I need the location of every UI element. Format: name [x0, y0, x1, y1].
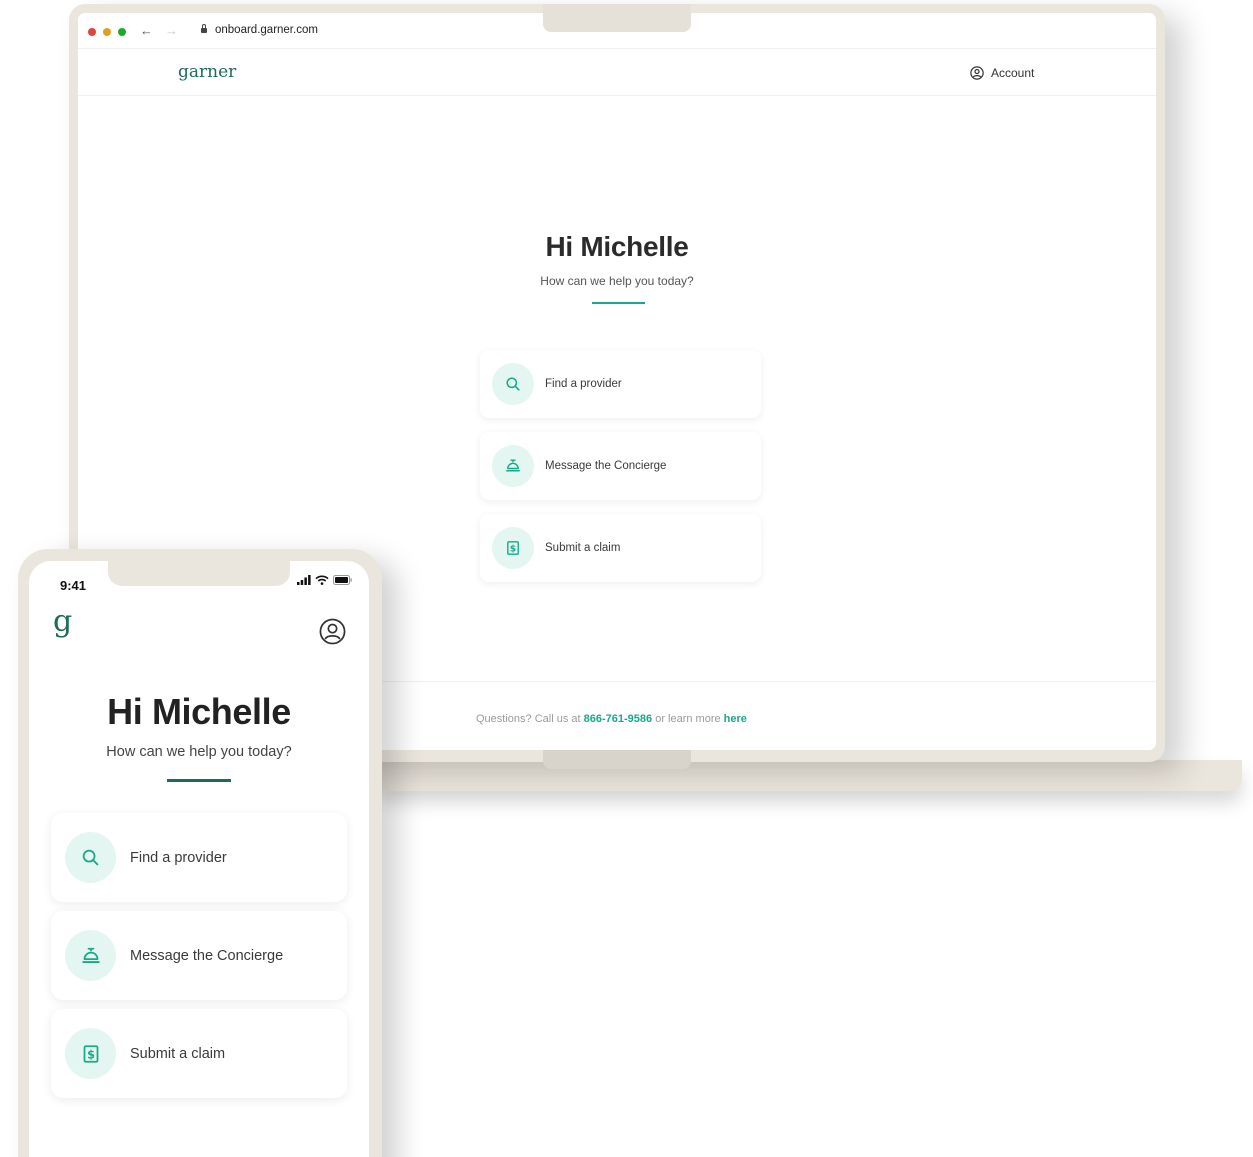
footer-prefix: Questions? Call us at	[476, 713, 584, 725]
maximize-window-button[interactable]	[118, 28, 126, 36]
page-title: Hi Michelle	[107, 691, 291, 732]
garner-logo-mark[interactable]: g	[53, 607, 72, 637]
user-icon	[970, 66, 984, 80]
footer-help-text: Questions? Call us at 866-761-9586 or le…	[476, 713, 747, 725]
svg-text:$: $	[510, 544, 516, 554]
title-divider	[592, 302, 645, 304]
card-label: Find a provider	[130, 849, 227, 866]
submit-claim-card[interactable]: $ Submit a claim	[480, 514, 761, 582]
find-provider-card[interactable]: Find a provider	[51, 813, 347, 902]
message-concierge-card[interactable]: Message the Concierge	[51, 911, 347, 1000]
dollar-receipt-icon: $	[492, 527, 534, 569]
status-bar-icons	[297, 575, 352, 585]
site-header: garner Account	[78, 48, 1156, 96]
card-label: Submit a claim	[545, 542, 621, 554]
page-subtitle: How can we help you today?	[106, 744, 292, 760]
account-label: Account	[991, 66, 1035, 80]
lock-icon	[201, 24, 207, 33]
learn-more-link[interactable]: here	[724, 713, 747, 725]
footer-middle: or learn more	[652, 713, 724, 725]
address-bar[interactable]: onboard.garner.com	[215, 24, 318, 36]
account-button[interactable]: Account	[970, 66, 1034, 80]
garner-logo[interactable]: garner	[178, 62, 236, 82]
cellular-signal-icon	[297, 575, 311, 585]
support-phone-link[interactable]: 866-761-9586	[584, 713, 653, 725]
wifi-icon	[315, 575, 329, 585]
mobile-app-screen: 9:41 g Hi Michelle How can we help you t…	[29, 561, 369, 1157]
account-icon[interactable]	[319, 618, 346, 645]
page-title: Hi Michelle	[545, 231, 689, 262]
card-label: Find a provider	[545, 378, 622, 390]
submit-claim-card[interactable]: $ Submit a claim	[51, 1009, 347, 1098]
stage: ← → onboard.garner.com garner Account Hi…	[0, 0, 1253, 1157]
search-icon	[492, 363, 534, 405]
laptop-camera-notch	[543, 4, 691, 32]
svg-text:$: $	[87, 1048, 95, 1061]
close-window-button[interactable]	[88, 28, 96, 36]
status-bar-time: 9:41	[60, 578, 87, 593]
page-subtitle: How can we help you today?	[540, 274, 694, 288]
laptop-hinge	[543, 750, 691, 769]
card-label: Message the Concierge	[545, 460, 667, 472]
laptop-base	[380, 760, 1242, 791]
card-label: Submit a claim	[130, 1045, 226, 1062]
forward-arrow-icon[interactable]: →	[165, 23, 178, 38]
phone-notch	[108, 561, 290, 586]
search-icon	[65, 832, 116, 883]
dollar-receipt-icon: $	[65, 1028, 116, 1079]
back-arrow-icon[interactable]: ←	[140, 23, 153, 38]
find-provider-card[interactable]: Find a provider	[480, 350, 761, 418]
title-divider	[167, 779, 231, 782]
message-concierge-card[interactable]: Message the Concierge	[480, 432, 761, 500]
card-label: Message the Concierge	[130, 947, 284, 964]
concierge-bell-icon	[492, 445, 534, 487]
battery-icon	[333, 575, 352, 585]
minimize-window-button[interactable]	[103, 28, 111, 36]
concierge-bell-icon	[65, 930, 116, 981]
